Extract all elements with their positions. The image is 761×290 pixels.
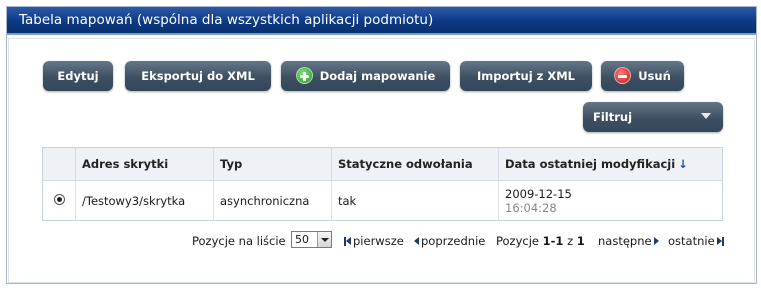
row-radio-button[interactable]: [53, 193, 65, 205]
import-xml-button[interactable]: Importuj z XML: [460, 61, 592, 91]
export-xml-button-label: Eksportuj do XML: [141, 69, 255, 83]
edit-button-label: Edytuj: [57, 69, 99, 83]
per-page-label: Pozycje na liście: [192, 234, 286, 248]
cell-static-refs: tak: [331, 180, 499, 221]
next-page-icon: [653, 237, 659, 245]
panel-content: Edytuj Eksportuj do XML Dodaj mapowanie …: [8, 38, 755, 283]
cell-modified-date: 2009-12-15 16:04:28: [499, 181, 723, 221]
panel-title: Tabela mapowań (wspólna dla wszystkich a…: [7, 7, 756, 35]
table-header-row: Adres skrytki Typ Statyczne odwołania Da…: [42, 147, 723, 181]
add-mapping-button[interactable]: Dodaj mapowanie: [281, 61, 450, 91]
cell-type: asynchroniczna: [213, 180, 332, 221]
first-page-link[interactable]: pierwsze: [344, 232, 404, 250]
add-mapping-button-label: Dodaj mapowanie: [319, 69, 436, 83]
next-page-link[interactable]: następne: [598, 232, 659, 250]
per-page-value: 50: [295, 233, 309, 246]
positions-total: 1: [576, 234, 585, 248]
mapping-table-panel: Tabela mapowań (wspólna dla wszystkich a…: [6, 6, 757, 284]
column-header-address[interactable]: Adres skrytki: [75, 147, 214, 181]
mappings-table: Adres skrytki Typ Statyczne odwołania Da…: [42, 147, 723, 221]
per-page-select[interactable]: 50: [291, 231, 332, 248]
pagination-bar: Pozycje na liście 50 pierwsze poprzednie…: [9, 231, 756, 250]
row-select-cell[interactable]: [42, 180, 76, 221]
previous-page-icon: [414, 237, 419, 245]
plus-circle-icon: [295, 67, 313, 84]
column-header-type[interactable]: Typ: [213, 147, 332, 181]
modified-date: 2009-12-15: [505, 186, 572, 201]
delete-button-label: Usuń: [638, 69, 671, 83]
select-column-header: [42, 147, 76, 181]
edit-button[interactable]: Edytuj: [43, 61, 113, 91]
sort-desc-icon: ↓: [678, 157, 688, 171]
positions-summary: Pozycje 1-1 z 1: [496, 234, 585, 248]
export-xml-button[interactable]: Eksportuj do XML: [125, 61, 271, 91]
minus-circle-icon: [614, 67, 632, 84]
table-row[interactable]: /Testowy3/skrytka asynchroniczna tak 200…: [42, 180, 723, 221]
chevron-down-icon: [701, 113, 711, 119]
column-header-modified-date[interactable]: Data ostatniej modyfikacji ↓: [498, 147, 723, 181]
cell-address: /Testowy3/skrytka: [75, 180, 214, 221]
delete-button[interactable]: Usuń: [601, 61, 684, 91]
filter-dropdown[interactable]: Filtruj: [583, 102, 723, 132]
select-arrow-icon: [317, 232, 331, 247]
previous-page-link[interactable]: poprzednie: [414, 232, 485, 250]
positions-range: 1-1: [542, 234, 564, 248]
column-header-static-refs[interactable]: Statyczne odwołania: [331, 147, 499, 181]
import-xml-button-label: Importuj z XML: [476, 69, 576, 83]
last-page-link[interactable]: ostatnie: [668, 232, 724, 250]
modified-time: 16:04:28: [505, 200, 557, 215]
filter-label: Filtruj: [593, 110, 633, 124]
